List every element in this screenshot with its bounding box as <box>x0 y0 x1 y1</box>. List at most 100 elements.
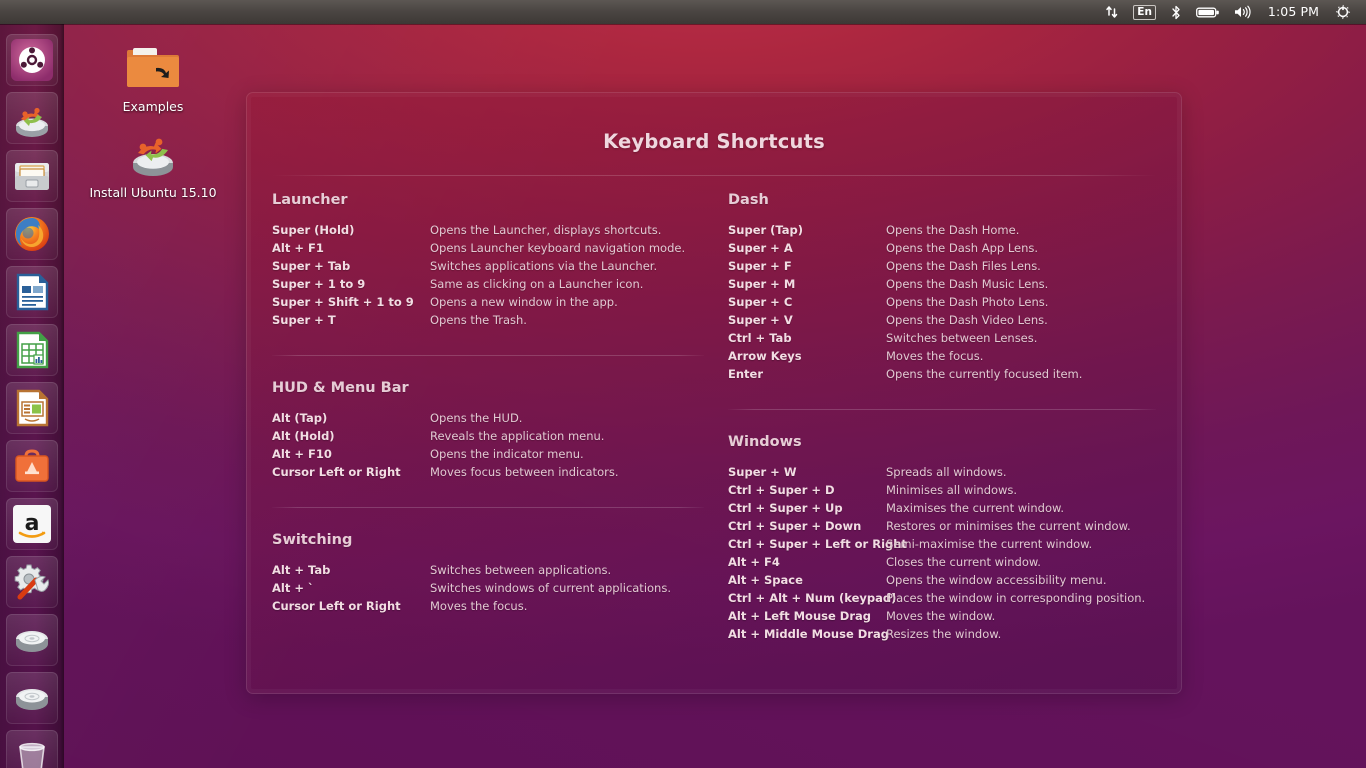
shortcut-row: Ctrl + Tab Switches between Lenses. <box>728 329 1156 347</box>
ubuntu-logo-icon <box>11 39 53 81</box>
shortcut-description: Semi-maximise the current window. <box>886 537 1093 551</box>
shortcut-row: Super + 1 to 9 Same as clicking on a Lau… <box>272 275 704 293</box>
shortcut-row: Alt + F10 Opens the indicator menu. <box>272 445 704 463</box>
shortcut-description: Opens the currently focused item. <box>886 367 1083 381</box>
software-center-icon <box>15 449 49 482</box>
shortcut-keys: Enter <box>728 367 764 381</box>
impress-icon <box>16 389 49 427</box>
keyboard-layout-label: En <box>1133 4 1156 20</box>
shortcut-description: Opens the Trash. <box>430 313 527 327</box>
shortcut-row: Alt + F4 Closes the current window. <box>728 553 1156 571</box>
shortcut-keys: Alt + F4 <box>728 555 780 569</box>
writer-icon <box>16 273 49 311</box>
shortcut-row: Cursor Left or Right Moves focus between… <box>272 463 704 481</box>
shortcut-keys: Super + T <box>272 313 336 327</box>
shortcut-keys: Alt + Tab <box>272 563 331 577</box>
desktop-icon-label: Examples <box>122 99 184 114</box>
shortcut-keys: Ctrl + Tab <box>728 331 792 345</box>
shortcut-keys: Alt (Hold) <box>272 429 335 443</box>
launcher-item-firefox[interactable] <box>6 208 58 260</box>
launcher-item-dash-home[interactable] <box>6 34 58 86</box>
shortcut-row: Arrow Keys Moves the focus. <box>728 347 1156 365</box>
shortcut-keys: Alt + Middle Mouse Drag <box>728 627 889 641</box>
shortcut-keys: Cursor Left or Right <box>272 465 401 479</box>
shortcut-row: Ctrl + Alt + Num (keypad) Places the win… <box>728 589 1156 607</box>
shortcut-description: Opens the Dash Photo Lens. <box>886 295 1049 309</box>
shortcut-keys: Super (Hold) <box>272 223 355 237</box>
shortcut-keys: Ctrl + Super + Left or Right <box>728 537 907 551</box>
launcher-item-libreoffice-writer[interactable] <box>6 266 58 318</box>
shortcut-description: Opens the Dash Files Lens. <box>886 259 1041 273</box>
shortcut-row: Super + A Opens the Dash App Lens. <box>728 239 1156 257</box>
shortcut-description: Moves the focus. <box>430 599 528 613</box>
firefox-icon <box>15 217 49 251</box>
shortcut-row: Super + Tab Switches applications via th… <box>272 257 704 275</box>
launcher-item-install-ubuntu[interactable] <box>6 92 58 144</box>
shortcut-row: Super (Tap) Opens the Dash Home. <box>728 221 1156 239</box>
shortcut-keys: Alt (Tap) <box>272 411 328 425</box>
launcher-item-disk-1[interactable] <box>6 614 58 666</box>
shortcut-keys: Ctrl + Alt + Num (keypad) <box>728 591 897 605</box>
shortcut-description: Same as clicking on a Launcher icon. <box>430 277 644 291</box>
install-disk-icon <box>16 107 48 137</box>
shortcut-description: Opens the Dash Home. <box>886 223 1020 237</box>
shortcut-row: Super + C Opens the Dash Photo Lens. <box>728 293 1156 311</box>
shortcut-row: Cursor Left or Right Moves the focus. <box>272 597 704 615</box>
shortcut-description: Opens Launcher keyboard navigation mode. <box>430 241 686 255</box>
shortcut-description: Restores or minimises the current window… <box>886 519 1131 533</box>
shortcut-description: Switches windows of current applications… <box>430 581 671 595</box>
bluetooth-icon[interactable] <box>1163 0 1189 24</box>
shortcuts-column-left: Launcher Super (Hold) Opens the Launcher… <box>272 192 714 643</box>
shortcut-description: Opens the Dash App Lens. <box>886 241 1039 255</box>
shortcut-description: Opens the indicator menu. <box>430 447 584 461</box>
section-switching: Switching Alt + Tab Switches between app… <box>272 532 704 615</box>
shortcut-row: Enter Opens the currently focused item. <box>728 365 1156 383</box>
overlay-title: Keyboard Shortcuts <box>603 130 825 153</box>
shortcut-description: Closes the current window. <box>886 555 1041 569</box>
shortcuts-column-right: Dash Super (Tap) Opens the Dash Home. Su… <box>714 192 1156 643</box>
shortcut-row: Alt + Tab Switches between applications. <box>272 561 704 579</box>
shortcut-row: Super + F Opens the Dash Files Lens. <box>728 257 1156 275</box>
section-launcher: Launcher Super (Hold) Opens the Launcher… <box>272 192 704 329</box>
shortcut-keys: Cursor Left or Right <box>272 599 401 613</box>
shortcut-row: Super + V Opens the Dash Video Lens. <box>728 311 1156 329</box>
keyboard-layout-indicator[interactable]: En <box>1126 4 1163 20</box>
launcher-item-libreoffice-calc[interactable] <box>6 324 58 376</box>
battery-icon[interactable] <box>1189 0 1227 24</box>
clock[interactable]: 1:05 PM <box>1259 0 1328 24</box>
section-divider <box>272 507 704 508</box>
launcher-item-trash[interactable] <box>6 730 58 768</box>
shortcut-description: Maximises the current window. <box>886 501 1064 515</box>
launcher-item-libreoffice-impress[interactable] <box>6 382 58 434</box>
svg-text:a: a <box>25 511 40 536</box>
shortcuts-columns: Launcher Super (Hold) Opens the Launcher… <box>254 192 1174 643</box>
shortcut-keys: Super + 1 to 9 <box>272 277 366 291</box>
shortcut-row: Super + M Opens the Dash Music Lens. <box>728 275 1156 293</box>
hard-disk-icon <box>16 689 48 710</box>
desktop-icon-install-ubuntu[interactable]: Install Ubuntu 15.10 <box>78 126 228 200</box>
shortcut-description: Resizes the window. <box>886 627 1002 641</box>
shortcut-row: Alt + Space Opens the window accessibili… <box>728 571 1156 589</box>
network-icon[interactable] <box>1098 0 1126 24</box>
top-panel: En 1:05 PM <box>0 0 1366 24</box>
shortcut-keys: Super + F <box>728 259 792 273</box>
shortcut-keys: Super + Tab <box>272 259 351 273</box>
shortcut-description: Opens the window accessibility menu. <box>886 573 1107 587</box>
launcher-item-system-settings[interactable] <box>6 556 58 608</box>
shortcut-keys: Alt + F1 <box>272 241 324 255</box>
shortcut-row: Alt + ` Switches windows of current appl… <box>272 579 704 597</box>
trash-icon <box>19 742 45 768</box>
shortcut-row: Super + T Opens the Trash. <box>272 311 704 329</box>
desktop-icon-examples[interactable]: Examples <box>78 40 228 114</box>
launcher-item-files[interactable] <box>6 150 58 202</box>
shortcut-description: Places the window in corresponding posit… <box>886 591 1146 605</box>
hard-disk-icon <box>16 631 48 652</box>
shortcut-keys: Alt + ` <box>272 581 314 595</box>
launcher-item-amazon[interactable]: a <box>6 498 58 550</box>
power-gear-icon[interactable] <box>1328 0 1358 24</box>
shortcut-description: Minimises all windows. <box>886 483 1018 497</box>
shortcut-row: Alt (Tap) Opens the HUD. <box>272 409 704 427</box>
launcher-item-disk-2[interactable] <box>6 672 58 724</box>
volume-icon[interactable] <box>1227 0 1259 24</box>
launcher-item-ubuntu-software[interactable] <box>6 440 58 492</box>
